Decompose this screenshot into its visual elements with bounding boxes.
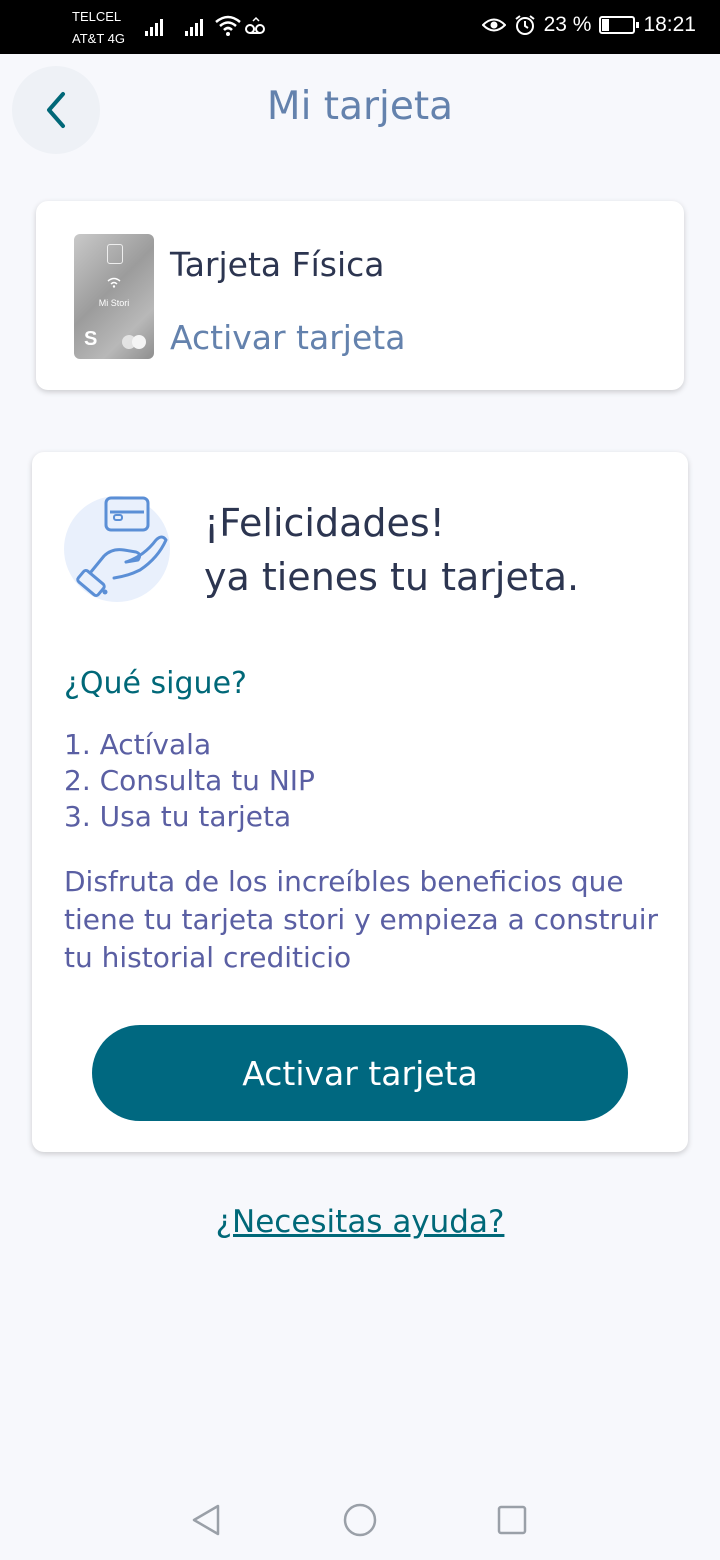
eye-icon (481, 18, 506, 32)
wifi-icon (215, 15, 241, 36)
step-item: 2. Consulta tu NIP (64, 764, 315, 797)
clock: 18:21 (643, 13, 696, 36)
system-nav-bar (0, 1478, 720, 1560)
card-thumbnail: Mi Stori S (74, 234, 154, 359)
hand-holding-card-icon (76, 496, 168, 597)
steps-list: 1. Actívala 2. Consulta tu NIP 3. Usa tu… (64, 727, 315, 835)
contactless-icon (107, 277, 121, 288)
card-summary: Mi Stori S Tarjeta Física Activar tarjet… (36, 201, 684, 390)
card-brand-text: Mi Stori (98, 298, 130, 308)
congrats-headline: ¡Felicidades! ya tienes tu tarjeta. (204, 496, 579, 604)
mastercard-icon (122, 335, 146, 349)
carrier-name-1: TELCEL (72, 9, 122, 24)
carrier-name-2: AT&T 4G (72, 31, 125, 46)
stori-logo-icon: S (84, 328, 98, 350)
voicemail-icon (245, 16, 265, 34)
status-bar: TELCEL AT&T 4G 23 % 18:21 (0, 0, 720, 54)
congrats-line-1: ¡Felicidades! (204, 501, 445, 545)
step-item: 3. Usa tu tarjeta (64, 800, 292, 833)
home-circle-icon[interactable] (340, 1500, 380, 1540)
step-item: 1. Actívala (64, 728, 212, 761)
signal-icon (145, 16, 163, 36)
next-steps-title: ¿Qué sigue? (64, 666, 247, 701)
congrats-line-2: ya tienes tu tarjeta. (204, 555, 580, 599)
back-triangle-icon[interactable] (186, 1500, 226, 1540)
benefits-description: Disfruta de los increíbles beneficios qu… (64, 865, 659, 974)
alarm-icon (514, 15, 535, 35)
status-right-group: 23 % 18:21 (481, 13, 696, 37)
chip-icon (107, 244, 123, 264)
activation-card: ¡Felicidades! ya tienes tu tarjeta. ¿Qué… (32, 452, 688, 1152)
help-link[interactable]: ¿Necesitas ayuda? (0, 1204, 720, 1240)
activate-card-link[interactable]: Activar tarjeta (170, 318, 405, 357)
recents-square-icon[interactable] (492, 1500, 532, 1540)
page-title: Mi tarjeta (266, 84, 454, 129)
signal-icon (185, 16, 203, 36)
battery-icon (599, 16, 640, 34)
card-name: Tarjeta Física (170, 245, 385, 284)
activate-card-button[interactable]: Activar tarjeta (92, 1025, 628, 1121)
hand-card-illustration (64, 496, 170, 602)
battery-percent: 23 % (543, 13, 592, 36)
